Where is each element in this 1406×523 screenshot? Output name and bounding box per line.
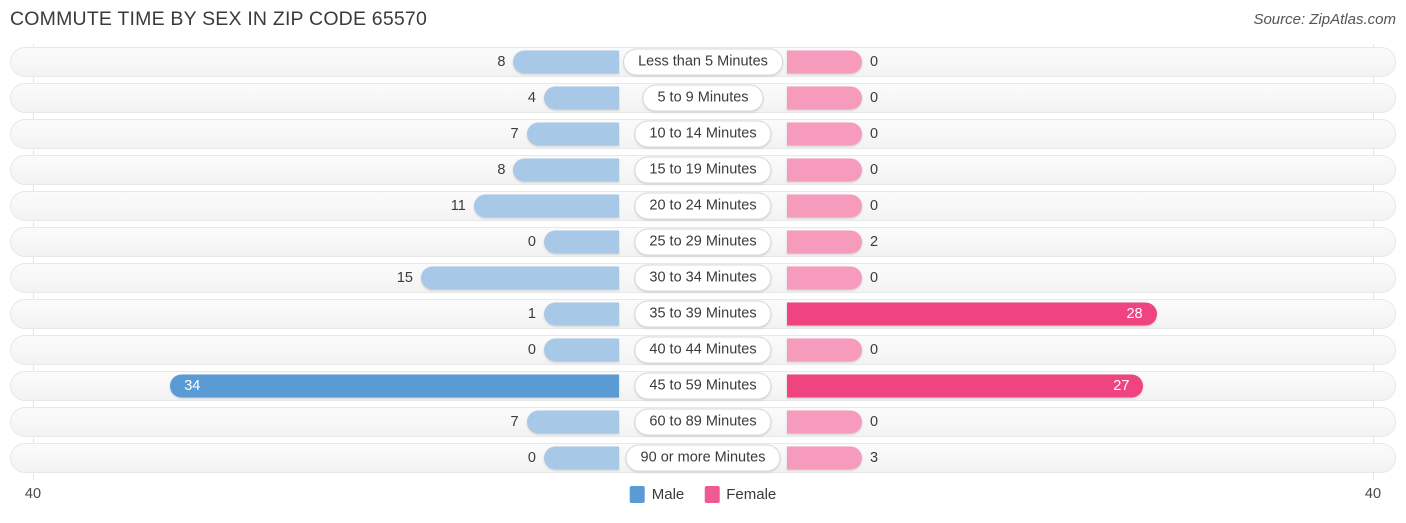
male-bar[interactable] [526,410,619,434]
male-bar[interactable] [544,302,619,326]
bar-row[interactable]: 15 0 30 to 34 Minutes [0,260,1406,296]
female-value-label: 0 [870,270,879,286]
female-bar[interactable] [787,194,862,218]
category-label: 15 to 19 Minutes [634,156,772,184]
male-value-label: 8 [497,162,506,178]
bar-row[interactable]: 7 0 60 to 89 Minutes [0,404,1406,440]
bar-row[interactable]: 4 0 5 to 9 Minutes [0,80,1406,116]
bar-row[interactable]: 8 0 15 to 19 Minutes [0,152,1406,188]
female-value-label: 0 [870,126,879,142]
bar-row[interactable]: 0 0 40 to 44 Minutes [0,332,1406,368]
male-value-label: 0 [527,342,536,358]
male-bar[interactable] [473,194,619,218]
male-value-label: 1 [527,306,536,322]
bar-row[interactable]: 8 0 Less than 5 Minutes [0,44,1406,80]
female-bar[interactable] [787,230,862,254]
male-bar[interactable] [170,374,619,398]
axis-label-right: 40 [1364,486,1382,502]
female-bar[interactable] [787,374,1144,398]
bar-row[interactable]: 1 28 35 to 39 Minutes [0,296,1406,332]
male-bar[interactable] [544,230,619,254]
female-bar[interactable] [787,302,1157,326]
female-value-label: 0 [870,342,879,358]
category-label: 40 to 44 Minutes [634,336,772,364]
female-value-label: 27 [1113,378,1130,394]
female-value-label: 28 [1126,306,1143,322]
male-bar[interactable] [513,158,619,182]
female-bar[interactable] [787,50,862,74]
male-value-label: 4 [527,90,536,106]
female-bar[interactable] [787,338,862,362]
male-value-label: 11 [450,198,466,214]
female-value-label: 0 [870,198,879,214]
category-label: Less than 5 Minutes [623,48,783,76]
male-bar[interactable] [421,266,619,290]
female-value-label: 0 [870,414,879,430]
female-value-label: 3 [870,450,879,466]
female-bar[interactable] [787,86,862,110]
male-value-label: 0 [527,450,536,466]
legend-label: Male [651,486,685,503]
bar-row[interactable]: 11 0 20 to 24 Minutes [0,188,1406,224]
category-label: 25 to 29 Minutes [634,228,772,256]
category-label: 35 to 39 Minutes [634,300,772,328]
male-bar[interactable] [544,86,619,110]
female-bar[interactable] [787,410,862,434]
category-label: 60 to 89 Minutes [634,408,772,436]
male-value-label: 15 [396,270,413,286]
page-title: COMMUTE TIME BY SEX IN ZIP CODE 65570 [10,8,428,30]
female-value-label: 0 [870,162,879,178]
legend-item[interactable]: Female [704,486,776,503]
male-value-label: 34 [184,378,201,394]
bar-row[interactable]: 0 2 25 to 29 Minutes [0,224,1406,260]
source-attribution: Source: ZipAtlas.com [1253,11,1396,28]
category-label: 5 to 9 Minutes [642,84,764,112]
bar-row-list: 8 0 Less than 5 Minutes 4 0 5 to 9 Minutes 7 0 1… [0,44,1406,476]
legend-swatch-icon [704,486,720,503]
male-value-label: 8 [497,54,506,70]
chart-legend: Male Female [629,486,776,503]
male-value-label: 7 [510,414,519,430]
female-bar[interactable] [787,266,862,290]
legend-swatch-icon [629,486,645,503]
bar-row[interactable]: 7 0 10 to 14 Minutes [0,116,1406,152]
male-bar[interactable] [526,122,619,146]
male-bar[interactable] [544,338,619,362]
female-value-label: 2 [870,234,879,250]
bar-row[interactable]: 0 3 90 or more Minutes [0,440,1406,476]
chart-header: COMMUTE TIME BY SEX IN ZIP CODE 65570 So… [0,0,1406,40]
female-bar[interactable] [787,446,862,470]
female-value-label: 0 [870,54,879,70]
category-label: 30 to 34 Minutes [634,264,772,292]
category-label: 90 or more Minutes [625,444,781,472]
male-bar[interactable] [544,446,619,470]
female-bar[interactable] [787,122,862,146]
bar-row[interactable]: 34 27 45 to 59 Minutes [0,368,1406,404]
female-bar[interactable] [787,158,862,182]
female-value-label: 0 [870,90,879,106]
category-label: 20 to 24 Minutes [634,192,772,220]
male-bar[interactable] [513,50,619,74]
category-label: 10 to 14 Minutes [634,120,772,148]
category-label: 45 to 59 Minutes [634,372,772,400]
legend-label: Female [726,486,777,503]
male-value-label: 0 [527,234,536,250]
chart-plot-area: 8 0 Less than 5 Minutes 4 0 5 to 9 Minutes 7 0 1… [0,44,1406,480]
chart-footer: 40 40 Male Female [0,482,1406,523]
legend-item[interactable]: Male [629,486,685,503]
male-value-label: 7 [510,126,519,142]
axis-label-left: 40 [24,486,42,502]
